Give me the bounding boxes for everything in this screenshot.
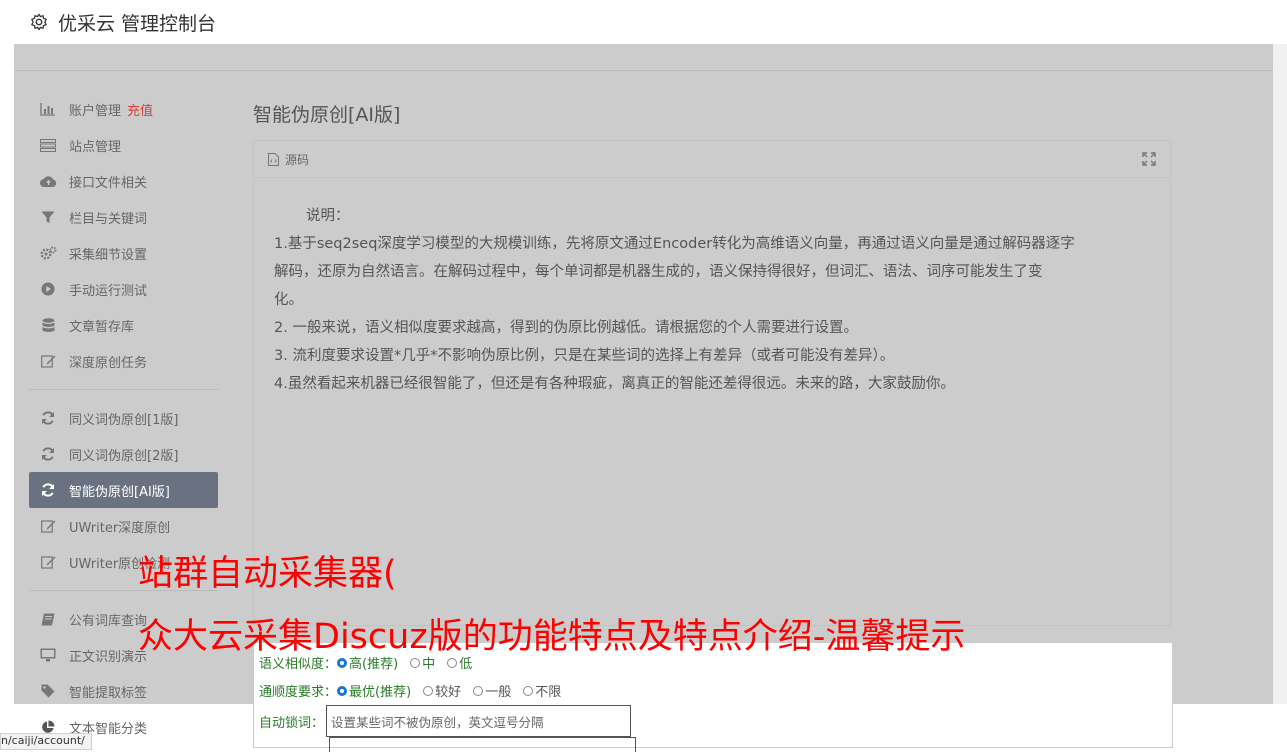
play-circle-icon — [39, 282, 57, 296]
radio-unchecked — [410, 657, 421, 668]
lock-words-label: 自动锁词： — [259, 715, 325, 731]
fluency-any-radio[interactable]: 不限 — [523, 681, 561, 700]
page-title: 智能伪原创[AI版] — [253, 104, 401, 126]
lock-words-row: 自动锁词： 设置某些词不被伪原创，英文逗号分隔 — [259, 705, 632, 737]
fluency-label: 通顺度要求： — [259, 685, 338, 700]
page-scrollbar[interactable] — [1273, 44, 1287, 704]
monitor-icon — [39, 648, 57, 662]
sidebar-item-columns-keywords[interactable]: 栏目与关键词 — [29, 199, 218, 235]
fluency-normal-radio[interactable]: 一般 — [473, 681, 511, 700]
sidebar-item-label: 深度原创任务 — [69, 355, 148, 371]
radio-unchecked — [473, 685, 484, 696]
intro-text: 说明： — [306, 208, 350, 224]
sidebar-item-synonym-v1[interactable]: 同义词伪原创[1版] — [29, 400, 218, 436]
database-icon — [39, 317, 57, 332]
sidebar-item-ai-rewrite[interactable]: 智能伪原创[AI版] — [29, 472, 218, 508]
description-line: 1.基于seq2seq深度学习模型的大规模训练，先将原文通过Encoder转化为… — [274, 236, 1075, 252]
sidebar-item-account[interactable]: 账户管理 充值 — [29, 91, 218, 127]
radio-checked — [337, 657, 348, 668]
edit-icon — [39, 354, 57, 368]
radio-unchecked — [523, 685, 534, 696]
description-line: 2. 一般来说，语义相似度要求越高，得到的伪原比例越低。请根据您的个人需要进行设… — [274, 320, 858, 336]
radio-unchecked — [423, 685, 434, 696]
secondary-input[interactable] — [329, 737, 636, 752]
sidebar-item-extract-tags[interactable]: 智能提取标签 — [29, 673, 218, 709]
description-line: 化。 — [274, 292, 303, 308]
sidebar-item-label: 公有词库查询 — [69, 613, 148, 629]
app-title: 优采云 管理控制台 — [58, 12, 217, 35]
fluency-row: 通顺度要求： 最优(推荐) 较好 一般 不限 — [259, 681, 573, 700]
sidebar-item-label: 同义词伪原创[2版] — [69, 448, 179, 464]
sidebar-item-label: 手动运行测试 — [69, 283, 148, 299]
description-line: 3. 流利度要求设置*几乎*不影响伪原比例，只是在某些词的选择上有差异（或者可能… — [274, 348, 895, 364]
sidebar-item-label: 同义词伪原创[1版] — [69, 412, 179, 428]
description-line: 4.虽然看起来机器已经很智能了，但还是有各种瑕疵，离真正的智能还差得很远。未来的… — [274, 376, 955, 392]
sidebar-item-label: 账户管理 — [69, 103, 122, 119]
divider — [14, 70, 1273, 71]
panel-body: 说明： 1.基于seq2seq深度学习模型的大规模训练，先将原文通过Encode… — [254, 178, 1170, 398]
edit-icon — [39, 555, 57, 569]
recharge-link[interactable]: 充值 — [127, 100, 153, 119]
cloud-upload-icon — [39, 174, 57, 188]
sidebar-item-label: 栏目与关键词 — [69, 211, 148, 227]
panel-header: 源码 — [254, 141, 1170, 178]
sidebar-item-sites[interactable]: 站点管理 — [29, 127, 218, 163]
sidebar-item-article-store[interactable]: 文章暂存库 — [29, 307, 218, 343]
bar-chart-icon — [39, 102, 57, 116]
sidebar-item-uwriter-deep[interactable]: UWriter深度原创 — [29, 508, 218, 544]
refresh-icon — [39, 447, 57, 461]
fluency-good-radio[interactable]: 较好 — [423, 681, 461, 700]
sidebar-item-label: UWriter深度原创 — [69, 520, 171, 536]
nav-divider — [29, 389, 218, 390]
file-code-icon — [268, 152, 279, 166]
radio-label: 不限 — [535, 685, 562, 700]
sidebar-item-synonym-v2[interactable]: 同义词伪原创[2版] — [29, 436, 218, 472]
tag-icon — [39, 684, 57, 698]
sidebar-item-interface-files[interactable]: 接口文件相关 — [29, 163, 218, 199]
sidebar-item-label: 站点管理 — [69, 139, 122, 155]
sidebar-item-label: 正文识别演示 — [69, 649, 148, 665]
fluency-best-radio[interactable]: 最优(推荐) — [337, 681, 411, 700]
panel-heading: 源码 — [285, 152, 310, 167]
overlay-title-line2: 众大云采集Discuz版的功能特点及特点介绍-温馨提示 — [138, 617, 966, 657]
description-line: 解码，还原为自然语言。在解码过程中，每个单词都是机器生成的，语义保持得很好，但词… — [274, 264, 1043, 280]
refresh-icon — [39, 483, 57, 497]
sidebar-item-deep-original-task[interactable]: 深度原创任务 — [29, 343, 218, 379]
sidebar-item-collect-settings[interactable]: 采集细节设置 — [29, 235, 218, 271]
pie-chart-icon — [39, 720, 57, 734]
sidebar-item-label: 接口文件相关 — [69, 175, 148, 191]
server-icon — [39, 138, 57, 152]
radio-unchecked — [447, 657, 458, 668]
status-url: n/caiji/account/ — [0, 733, 92, 750]
lock-words-input[interactable]: 设置某些词不被伪原创，英文逗号分隔 — [326, 705, 632, 737]
edit-icon — [39, 519, 57, 533]
gear-icon — [31, 13, 47, 31]
radio-checked — [337, 685, 348, 696]
radio-label: 一般 — [485, 685, 512, 700]
filter-icon — [39, 210, 57, 224]
sidebar-item-label: 采集细节设置 — [69, 247, 148, 263]
gears-icon — [39, 246, 57, 260]
expand-icon[interactable] — [1142, 152, 1156, 166]
sidebar-item-label: 智能伪原创[AI版] — [69, 484, 170, 500]
refresh-icon — [39, 411, 57, 425]
overlay-title-line1: 站群自动采集器( — [138, 554, 397, 594]
radio-label: 较好 — [435, 685, 462, 700]
top-header: 优采云 管理控制台 — [14, 0, 1287, 44]
sidebar-item-manual-test[interactable]: 手动运行测试 — [29, 271, 218, 307]
book-icon — [39, 612, 57, 626]
radio-label: 最优(推荐) — [349, 685, 412, 700]
sidebar-item-label: 智能提取标签 — [69, 685, 148, 701]
sidebar-item-label: 文章暂存库 — [69, 319, 135, 335]
